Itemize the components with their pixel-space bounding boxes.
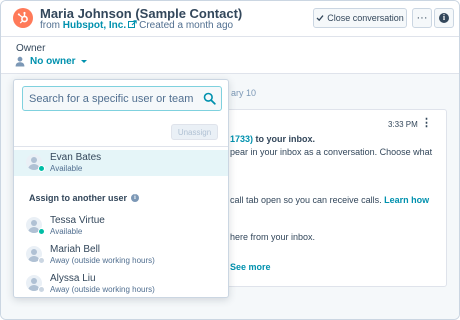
search-icon[interactable]	[203, 92, 216, 105]
learn-how-link[interactable]: Learn how	[384, 195, 429, 205]
user-name: Evan Bates	[50, 152, 102, 163]
see-more-link[interactable]: See more	[230, 262, 271, 272]
thread-date: ary 10	[231, 88, 257, 98]
conversation-panel: Maria Johnson (Sample Contact) from Hubs…	[0, 0, 460, 320]
conversation-header: Maria Johnson (Sample Contact) from Hubs…	[1, 1, 459, 37]
message-line: See more	[230, 262, 271, 272]
section-label: Assign to another user i	[29, 193, 140, 203]
status-available-icon	[38, 228, 45, 235]
owner-dropdown: Unassign Evan Bates Available Assign to …	[13, 79, 229, 298]
user-status: Available	[50, 164, 83, 173]
section-label-text: Assign to another user	[29, 193, 128, 203]
user-name: Alyssa Liu	[50, 273, 96, 284]
close-conversation-label: Close conversation	[327, 13, 404, 23]
info-icon[interactable]: i	[131, 194, 140, 202]
message-time: 3:33 PM	[388, 120, 418, 129]
more-actions-button[interactable]: ···	[412, 8, 432, 28]
message-line: pear in your inbox as a conversation. Ch…	[230, 147, 433, 157]
created-text: Created a month ago	[139, 20, 234, 31]
contact-subtitle: from Hubspot, Inc. Created a month ago	[40, 20, 233, 31]
unassign-button[interactable]: Unassign	[171, 124, 218, 140]
owner-select[interactable]: No owner	[15, 54, 87, 68]
external-link-icon[interactable]	[128, 20, 137, 29]
status-away-icon	[38, 257, 45, 264]
close-conversation-button[interactable]: Close conversation	[313, 8, 407, 28]
user-status: Available	[50, 227, 83, 236]
status-available-icon	[38, 165, 45, 172]
info-button[interactable]: i	[434, 8, 454, 28]
more-icon: ···	[416, 12, 428, 24]
user-option[interactable]: Tessa Virtue Available	[14, 213, 228, 239]
user-status: Away (outside working hours)	[50, 285, 155, 294]
message-link[interactable]: 1733)	[230, 134, 253, 144]
status-away-icon	[38, 286, 45, 293]
info-icon: i	[439, 13, 449, 23]
company-link[interactable]: Hubspot, Inc.	[63, 20, 126, 31]
user-search-box[interactable]	[22, 86, 222, 111]
divider	[14, 146, 228, 147]
user-name: Tessa Virtue	[50, 215, 105, 226]
hubspot-logo-icon	[13, 8, 33, 28]
message-menu-icon[interactable]: ⋮	[421, 118, 432, 129]
message-text: to your inbox.	[253, 134, 316, 144]
message-line: here from your inbox.	[230, 232, 316, 242]
message-card: 3:33 PM ⋮ 1733) to your inbox. pear in y…	[221, 109, 447, 287]
message-text: call tab open so you can receive calls.	[230, 195, 385, 205]
user-option[interactable]: Mariah Bell Away (outside working hours)	[14, 242, 228, 268]
person-icon	[15, 56, 25, 66]
user-search-input[interactable]	[29, 89, 197, 109]
user-option[interactable]: Alyssa Liu Away (outside working hours)	[14, 271, 228, 297]
contact-name: Maria Johnson (Sample Contact)	[40, 6, 243, 21]
owner-label: Owner	[16, 43, 46, 54]
from-prefix: from	[40, 20, 60, 31]
user-status: Away (outside working hours)	[50, 256, 155, 265]
check-icon	[316, 15, 324, 22]
user-option-current[interactable]: Evan Bates Available	[14, 150, 228, 176]
message-line: call tab open so you can receive calls. …	[230, 195, 429, 205]
user-name: Mariah Bell	[50, 244, 101, 255]
owner-value: No owner	[30, 55, 76, 67]
message-line: 1733) to your inbox.	[230, 134, 315, 144]
caret-down-icon	[80, 59, 87, 63]
